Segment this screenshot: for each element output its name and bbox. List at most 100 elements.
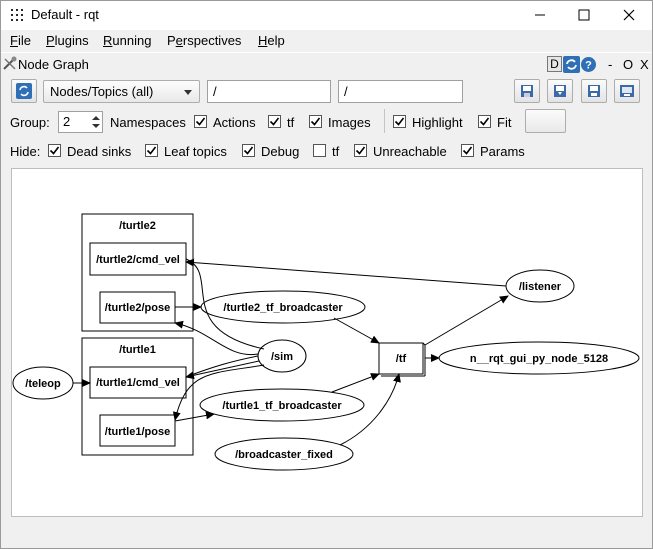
highlight-label: Highlight	[412, 115, 463, 130]
save-svg-icon	[588, 85, 600, 97]
debug-label: Debug	[261, 144, 300, 159]
menu-help[interactable]: Help	[258, 33, 285, 48]
node-turtle2-tf-broadcaster-label: /turtle2_tf_broadcaster	[223, 302, 343, 314]
hide-tf-label: tf	[332, 144, 340, 159]
actions-checkbox[interactable]	[194, 115, 207, 128]
topic-turtle2-cmd-vel-label: /turtle2/cmd_vel	[96, 254, 180, 266]
node-listener-label: /listener	[519, 281, 562, 293]
cluster-turtle2-label: /turtle2	[119, 220, 156, 232]
edge-sim-turtle1-cmd-vel	[185, 360, 260, 380]
topic-tf-label: /tf	[396, 353, 407, 365]
checkmark-icon	[49, 146, 60, 155]
checkmark-icon	[479, 117, 490, 126]
close-icon	[623, 9, 635, 21]
load-dot-button[interactable]	[514, 79, 540, 103]
images-checkbox[interactable]	[309, 115, 322, 128]
close-plugin-button[interactable]: X	[640, 57, 649, 72]
topic-turtle1-cmd-vel-label: /turtle1/cmd_vel	[96, 377, 180, 389]
leaf-topics-checkbox[interactable]	[145, 144, 158, 157]
save-dot-button[interactable]	[547, 79, 573, 103]
float-plugin-button[interactable]: O	[623, 57, 633, 72]
fit-label: Fit	[497, 115, 512, 130]
node-teleop-label: /teleop	[25, 378, 61, 390]
menu-perspectives[interactable]: Perspectives	[167, 33, 241, 48]
node-rqt-gui-label: n__rqt_gui_py_node_5128	[470, 353, 608, 365]
debug-button[interactable]: D	[547, 56, 562, 72]
group-label: Group:	[10, 115, 50, 130]
node-broadcaster-fixed-label: /broadcaster_fixed	[235, 449, 333, 461]
checkmark-icon	[146, 146, 157, 155]
group-value: 2	[63, 114, 71, 129]
topic-turtle2-pose-label: /turtle2/pose	[105, 302, 170, 314]
reload-plugin-icon[interactable]	[563, 56, 580, 73]
node-turtle1-tf-broadcaster-label: /turtle1_tf_broadcaster	[222, 400, 342, 412]
dead-sinks-checkbox[interactable]	[48, 144, 61, 157]
edge-turtle1-pose-broadcaster	[174, 411, 215, 422]
checkmark-icon	[269, 117, 280, 126]
graph-svg: /turtle2 /turtle1 /turtle2/cmd_vel /turt…	[12, 213, 640, 471]
dead-sinks-label: Dead sinks	[67, 144, 132, 159]
maximize-button[interactable]	[562, 2, 606, 28]
edge-tf-listener	[424, 295, 509, 346]
params-label: Params	[480, 144, 525, 159]
save-image-icon	[620, 85, 634, 97]
plugin-title: Node Graph	[18, 57, 89, 72]
refresh-icon	[16, 83, 32, 99]
images-label: Images	[328, 115, 371, 130]
help-icon[interactable]: ?	[580, 56, 597, 73]
checkmark-icon	[462, 146, 473, 155]
save-image-button[interactable]	[614, 79, 640, 103]
checkmark-icon	[195, 117, 206, 126]
node-graph-plugin-icon	[3, 56, 17, 70]
topic-turtle1-pose-label: /turtle1/pose	[105, 426, 170, 438]
leaf-topics-label: Leaf topics	[164, 144, 227, 159]
tf-label: tf	[287, 115, 295, 130]
svg-text:?: ?	[585, 60, 592, 72]
app-grid-icon	[10, 8, 24, 22]
edge-turtle1-broadcaster-tf	[331, 373, 380, 393]
menu-plugins[interactable]: Plugins	[46, 33, 89, 48]
hide-label: Hide:	[10, 144, 41, 159]
refresh-graph-button[interactable]	[11, 79, 37, 103]
graph-type-select[interactable]: Nodes/Topics (all)	[43, 80, 200, 103]
node-filter-input[interactable]: /	[207, 80, 331, 103]
spin-arrows-icon[interactable]	[91, 114, 101, 130]
graph-type-value: Nodes/Topics (all)	[50, 84, 154, 99]
minimize-plugin-button[interactable]: -	[608, 57, 612, 72]
minimize-button[interactable]	[518, 2, 562, 28]
fit-checkbox[interactable]	[478, 115, 491, 128]
edge-turtle2-broadcaster-tf	[333, 317, 380, 344]
maximize-icon	[578, 9, 590, 21]
load-file-icon	[521, 85, 533, 97]
debug-checkbox[interactable]	[242, 144, 255, 157]
topic-filter-input[interactable]: /	[338, 80, 463, 103]
namespaces-label: Namespaces	[110, 115, 186, 130]
close-button[interactable]	[607, 2, 651, 28]
edge-listener-turtle2-cmd-vel	[185, 258, 507, 287]
menu-bar	[1, 30, 652, 52]
cluster-turtle1-label: /turtle1	[119, 344, 156, 356]
save-dot-icon	[554, 85, 566, 97]
checkmark-icon	[394, 117, 405, 126]
hide-tf-checkbox[interactable]	[313, 144, 326, 157]
params-checkbox[interactable]	[461, 144, 474, 157]
unreachable-label: Unreachable	[373, 144, 447, 159]
group-spinbox[interactable]: 2	[58, 111, 103, 133]
edge-turtle1-cmd-vel-sim	[185, 355, 259, 378]
menu-file[interactable]: File	[10, 33, 31, 48]
window-title: Default - rqt	[31, 7, 99, 22]
checkmark-icon	[310, 117, 321, 126]
tf-checkbox[interactable]	[268, 115, 281, 128]
checkmark-icon	[243, 146, 254, 155]
menu-running[interactable]: Running	[103, 33, 151, 48]
save-svg-button[interactable]	[581, 79, 607, 103]
chevron-down-icon	[184, 90, 192, 95]
checkmark-icon	[355, 146, 366, 155]
fit-in-view-button[interactable]	[525, 109, 566, 133]
graph-canvas[interactable]: /turtle2 /turtle1 /turtle2/cmd_vel /turt…	[11, 168, 643, 517]
node-sim-label: /sim	[271, 351, 293, 363]
minimize-icon	[535, 14, 545, 16]
unreachable-checkbox[interactable]	[354, 144, 367, 157]
actions-label: Actions	[213, 115, 256, 130]
highlight-checkbox[interactable]	[393, 115, 406, 128]
